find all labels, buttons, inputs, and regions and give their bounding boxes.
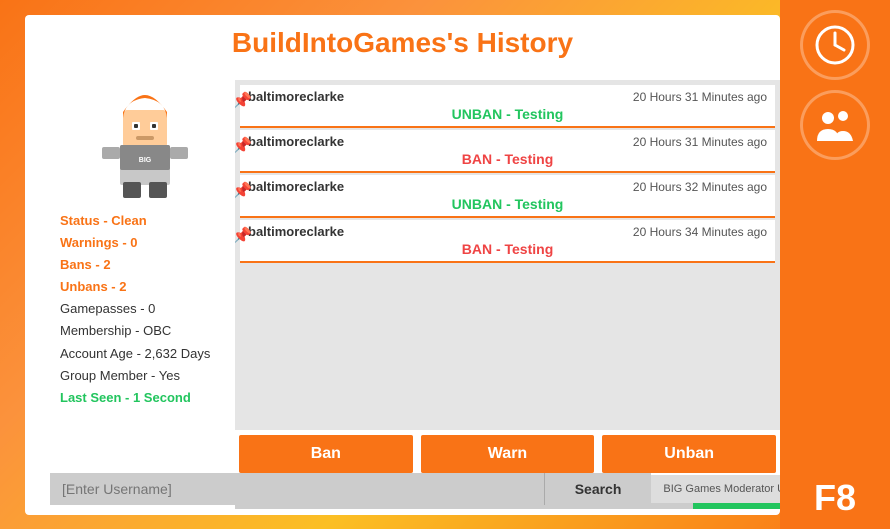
history-entry: 📌 baltimoreclarke 20 Hours 34 Minutes ag…	[240, 220, 775, 263]
stat-account-age: Account Age - 2,632 Days	[60, 343, 230, 365]
pin-icon: 📌	[235, 226, 252, 246]
entry-action: UNBAN - Testing	[248, 104, 767, 124]
stat-last-seen: Last Seen - 1 Second	[60, 387, 230, 409]
page-title: BuildIntoGames's History	[25, 15, 780, 67]
entry-top: baltimoreclarke 20 Hours 31 Minutes ago	[248, 134, 767, 149]
clock-icon	[815, 25, 855, 65]
stats-list: Status - Clean Warnings - 0 Bans - 2 Unb…	[60, 210, 230, 409]
stat-status: Status - Clean	[60, 210, 230, 232]
pin-icon: 📌	[235, 91, 252, 111]
main-panel: BuildIntoGames's History	[25, 15, 780, 515]
history-entry: 📌 baltimoreclarke 20 Hours 31 Minutes ag…	[240, 130, 775, 173]
entry-username: baltimoreclarke	[248, 134, 344, 149]
entry-action: BAN - Testing	[248, 149, 767, 169]
warn-button[interactable]: Warn	[421, 435, 595, 473]
ban-button[interactable]: Ban	[239, 435, 413, 473]
people-icon	[815, 105, 855, 145]
pin-icon: 📌	[235, 136, 252, 156]
history-area: 📌 baltimoreclarke 20 Hours 31 Minutes ag…	[235, 80, 780, 430]
stat-bans: Bans - 2	[60, 254, 230, 276]
unban-button[interactable]: Unban	[602, 435, 776, 473]
search-button[interactable]: Search	[544, 473, 652, 505]
entry-username: baltimoreclarke	[248, 89, 344, 104]
avatar: BIG	[90, 90, 200, 200]
entry-top: baltimoreclarke 20 Hours 34 Minutes ago	[248, 224, 767, 239]
stat-membership: Membership - OBC	[60, 320, 230, 342]
entry-time: 20 Hours 31 Minutes ago	[633, 90, 767, 104]
username-input[interactable]	[50, 473, 544, 505]
entry-top: baltimoreclarke 20 Hours 32 Minutes ago	[248, 179, 767, 194]
people-icon-button[interactable]	[800, 90, 870, 160]
entry-top: baltimoreclarke 20 Hours 31 Minutes ago	[248, 89, 767, 104]
entry-time: 20 Hours 31 Minutes ago	[633, 135, 767, 149]
entry-time: 20 Hours 34 Minutes ago	[633, 225, 767, 239]
f8-label: F8	[814, 477, 856, 519]
history-entry: 📌 baltimoreclarke 20 Hours 32 Minutes ag…	[240, 175, 775, 218]
stat-unbans: Unbans - 2	[60, 276, 230, 298]
svg-text:BIG: BIG	[139, 157, 152, 164]
entry-username: baltimoreclarke	[248, 179, 344, 194]
action-buttons: Ban Warn Unban	[235, 435, 780, 473]
bottom-bar: Search BIG Games Moderator Util	[50, 473, 805, 505]
pin-icon: 📌	[235, 181, 252, 201]
clock-icon-button[interactable]	[800, 10, 870, 80]
avatar-area: BIG	[60, 90, 230, 200]
entry-username: baltimoreclarke	[248, 224, 344, 239]
stat-warnings: Warnings - 0	[60, 232, 230, 254]
entry-time: 20 Hours 32 Minutes ago	[633, 180, 767, 194]
stat-group-member: Group Member - Yes	[60, 365, 230, 387]
history-entry: 📌 baltimoreclarke 20 Hours 31 Minutes ag…	[240, 85, 775, 128]
stat-gamepasses: Gamepasses - 0	[60, 298, 230, 320]
left-sidebar: BIG Status - Clean Warnings - 0 Bans - 2…	[50, 80, 240, 419]
entry-action: UNBAN - Testing	[248, 194, 767, 214]
right-sidebar: F8	[780, 0, 890, 529]
entry-action: BAN - Testing	[248, 239, 767, 259]
